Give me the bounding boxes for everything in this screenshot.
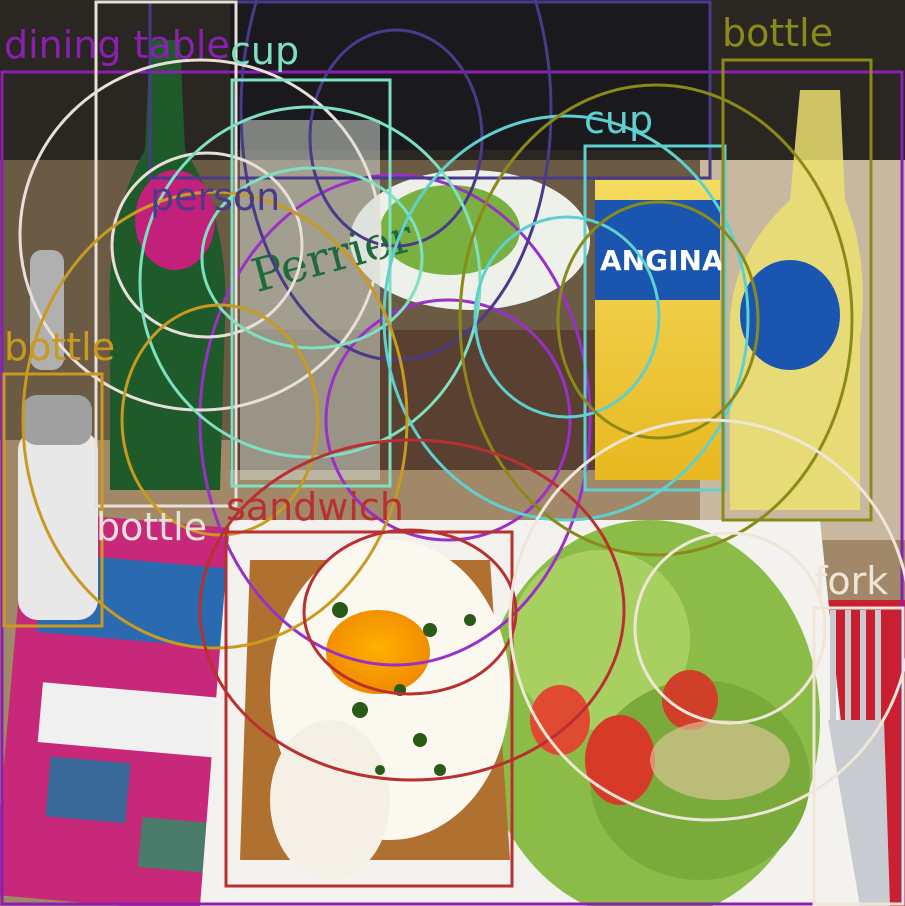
label-fork: fork bbox=[814, 559, 888, 603]
svg-text:ANGINA: ANGINA bbox=[600, 244, 724, 277]
croque-madame bbox=[240, 540, 510, 880]
annotated-photo: Perrier ANGINA dining table cup cup bott… bbox=[0, 0, 905, 906]
label-bottle-2: bottle bbox=[4, 325, 115, 369]
label-cup-1: cup bbox=[230, 29, 299, 73]
label-cup-2: cup bbox=[584, 98, 653, 142]
label-dining-table: dining table bbox=[4, 23, 230, 67]
label-sandwich: sandwich bbox=[226, 485, 404, 529]
label-bottle-1: bottle bbox=[722, 11, 833, 55]
photo-canvas: Perrier ANGINA dining table cup cup bott… bbox=[0, 0, 905, 906]
label-person: person bbox=[150, 175, 280, 219]
label-bottle-3: bottle bbox=[96, 505, 207, 549]
